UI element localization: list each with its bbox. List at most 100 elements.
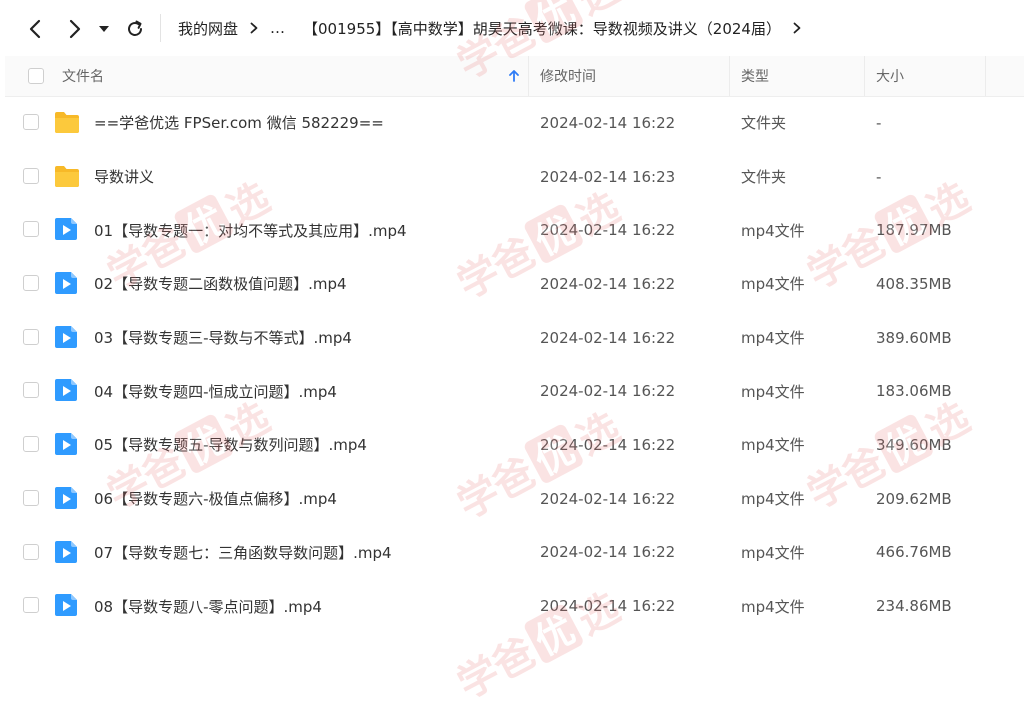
row-checkbox[interactable] bbox=[23, 114, 39, 130]
row-checkbox[interactable] bbox=[23, 597, 39, 614]
file-row[interactable]: 05【导数专题五-导数与数列问题】.mp4 2024-02-14 16:22 mp4… bbox=[5, 418, 1024, 472]
file-row[interactable]: 06【导数专题六-极值点偏移】.mp4 2024-02-14 16:22 mp4文件… bbox=[5, 472, 1024, 526]
video-file-icon bbox=[54, 325, 80, 349]
file-row[interactable]: 03【导数专题三-导数与不等式】.mp4 2024-02-14 16:22 mp4文… bbox=[5, 311, 1024, 365]
file-name[interactable]: 03【导数专题三-导数与不等式】.mp4 bbox=[94, 311, 352, 365]
file-modified-time: 2024-02-14 16:23 bbox=[540, 167, 676, 186]
file-modified-time: 2024-02-14 16:22 bbox=[540, 435, 676, 454]
row-checkbox[interactable] bbox=[23, 489, 39, 506]
row-checkbox[interactable] bbox=[23, 543, 39, 560]
refresh-button[interactable] bbox=[120, 14, 150, 44]
column-divider bbox=[528, 56, 529, 96]
history-dropdown-button[interactable] bbox=[94, 14, 114, 44]
row-checkbox[interactable] bbox=[23, 382, 39, 399]
breadcrumb-ellipsis[interactable]: … bbox=[270, 19, 285, 37]
file-name[interactable]: 02【导数专题二函数极值问题】.mp4 bbox=[94, 257, 347, 311]
file-type: mp4文件 bbox=[741, 490, 805, 509]
file-size: 187.97MB bbox=[876, 221, 952, 240]
caret-down-icon bbox=[99, 26, 109, 32]
chevron-right-icon bbox=[69, 19, 81, 39]
row-checkbox[interactable] bbox=[23, 167, 39, 184]
breadcrumb-root[interactable]: 我的网盘 bbox=[178, 18, 238, 39]
file-row[interactable]: 04【导数专题四-恒成立问题】.mp4 2024-02-14 16:22 mp4文件… bbox=[5, 364, 1024, 418]
video-file-icon bbox=[54, 432, 80, 456]
file-size: - bbox=[876, 167, 882, 186]
row-checkbox[interactable] bbox=[23, 221, 39, 238]
file-row[interactable]: 07【导数专题七：三角函数导数问题】.mp4 2024-02-14 16:22 mp… bbox=[5, 526, 1024, 580]
row-checkbox[interactable] bbox=[23, 328, 39, 345]
file-name[interactable]: ==学爸优选 FPSer.com 微信 582229== bbox=[94, 96, 384, 150]
refresh-icon bbox=[128, 20, 142, 36]
file-modified-time: 2024-02-14 16:22 bbox=[540, 489, 676, 508]
video-file-icon bbox=[54, 217, 80, 241]
folder-icon bbox=[54, 110, 80, 134]
row-checkbox[interactable] bbox=[23, 275, 39, 292]
folder-icon bbox=[54, 164, 80, 188]
file-type: 文件夹 bbox=[741, 168, 787, 187]
video-file-icon bbox=[54, 486, 80, 510]
column-header-name[interactable]: 文件名 bbox=[62, 56, 104, 96]
file-size: - bbox=[876, 113, 882, 132]
chevron-right-icon bbox=[250, 22, 258, 34]
file-type: mp4文件 bbox=[741, 543, 805, 562]
column-header-type[interactable]: 类型 bbox=[741, 56, 769, 96]
column-header-modified[interactable]: 修改时间 bbox=[540, 56, 596, 96]
file-size: 389.60MB bbox=[876, 328, 952, 347]
sort-ascending-icon[interactable] bbox=[509, 56, 519, 96]
column-divider bbox=[864, 56, 865, 96]
file-size: 408.35MB bbox=[876, 274, 952, 293]
file-type: mp4文件 bbox=[741, 275, 805, 294]
file-modified-time: 2024-02-14 16:22 bbox=[540, 113, 676, 132]
column-header-size[interactable]: 大小 bbox=[876, 56, 904, 96]
file-size: 349.60MB bbox=[876, 435, 952, 454]
file-row[interactable]: 01【导数专题一：对均不等式及其应用】.mp4 2024-02-14 16:22 m… bbox=[5, 203, 1024, 257]
file-name[interactable]: 05【导数专题五-导数与数列问题】.mp4 bbox=[94, 418, 367, 472]
file-type: 文件夹 bbox=[741, 114, 787, 133]
file-name[interactable]: 06【导数专题六-极值点偏移】.mp4 bbox=[94, 472, 337, 526]
file-list-header: 文件名 修改时间 类型 大小 bbox=[5, 56, 1024, 97]
column-header-modified-label: 修改时间 bbox=[540, 69, 596, 85]
column-header-size-label: 大小 bbox=[876, 69, 904, 85]
watermark-text-left: 学爸 bbox=[450, 630, 542, 700]
file-row[interactable]: 08【导数专题八-零点问题】.mp4 2024-02-14 16:22 mp4文件 2… bbox=[5, 579, 1024, 633]
file-name[interactable]: 导数讲义 bbox=[94, 150, 154, 204]
file-size: 234.86MB bbox=[876, 597, 952, 616]
file-type: mp4文件 bbox=[741, 382, 805, 401]
video-file-icon bbox=[54, 540, 80, 564]
file-row[interactable]: 02【导数专题二函数极值问题】.mp4 2024-02-14 16:22 mp4文件… bbox=[5, 257, 1024, 311]
forward-button[interactable] bbox=[60, 14, 90, 44]
file-size: 183.06MB bbox=[876, 382, 952, 401]
file-list: ==学爸优选 FPSer.com 微信 582229== 2024-02-14 1… bbox=[5, 96, 1024, 633]
file-type: mp4文件 bbox=[741, 329, 805, 348]
file-type: mp4文件 bbox=[741, 597, 805, 616]
chevron-right-icon bbox=[793, 22, 801, 34]
file-size: 466.76MB bbox=[876, 543, 952, 562]
file-name[interactable]: 01【导数专题一：对均不等式及其应用】.mp4 bbox=[94, 203, 407, 257]
row-checkbox[interactable] bbox=[23, 436, 39, 453]
file-row[interactable]: 导数讲义 2024-02-14 16:23 文件夹 - bbox=[5, 150, 1024, 204]
file-name[interactable]: 04【导数专题四-恒成立问题】.mp4 bbox=[94, 364, 337, 418]
chevron-left-icon bbox=[29, 19, 41, 39]
file-modified-time: 2024-02-14 16:22 bbox=[540, 543, 676, 562]
file-name[interactable]: 07【导数专题七：三角函数导数问题】.mp4 bbox=[94, 526, 392, 580]
file-size: 209.62MB bbox=[876, 489, 952, 508]
file-type: mp4文件 bbox=[741, 221, 805, 240]
toolbar-divider bbox=[160, 14, 161, 42]
breadcrumb: 我的网盘 … 【001955】【高中数学】胡昊天高考微课：导数视频及讲义（202… bbox=[178, 0, 1024, 56]
select-all-checkbox[interactable] bbox=[28, 68, 44, 84]
video-file-icon bbox=[54, 593, 80, 617]
file-modified-time: 2024-02-14 16:22 bbox=[540, 274, 676, 293]
file-name[interactable]: 08【导数专题八-零点问题】.mp4 bbox=[94, 579, 322, 633]
column-divider bbox=[729, 56, 730, 96]
column-header-type-label: 类型 bbox=[741, 69, 769, 85]
file-modified-time: 2024-02-14 16:22 bbox=[540, 382, 676, 401]
file-modified-time: 2024-02-14 16:22 bbox=[540, 597, 676, 616]
file-row[interactable]: ==学爸优选 FPSer.com 微信 582229== 2024-02-14 1… bbox=[5, 96, 1024, 150]
video-file-icon bbox=[54, 378, 80, 402]
back-button[interactable] bbox=[20, 14, 50, 44]
file-modified-time: 2024-02-14 16:22 bbox=[540, 221, 676, 240]
file-type: mp4文件 bbox=[741, 436, 805, 455]
breadcrumb-current[interactable]: 【001955】【高中数学】胡昊天高考微课：导数视频及讲义（2024届） bbox=[303, 18, 781, 39]
select-all-checkbox-cell bbox=[28, 56, 44, 96]
file-modified-time: 2024-02-14 16:22 bbox=[540, 328, 676, 347]
